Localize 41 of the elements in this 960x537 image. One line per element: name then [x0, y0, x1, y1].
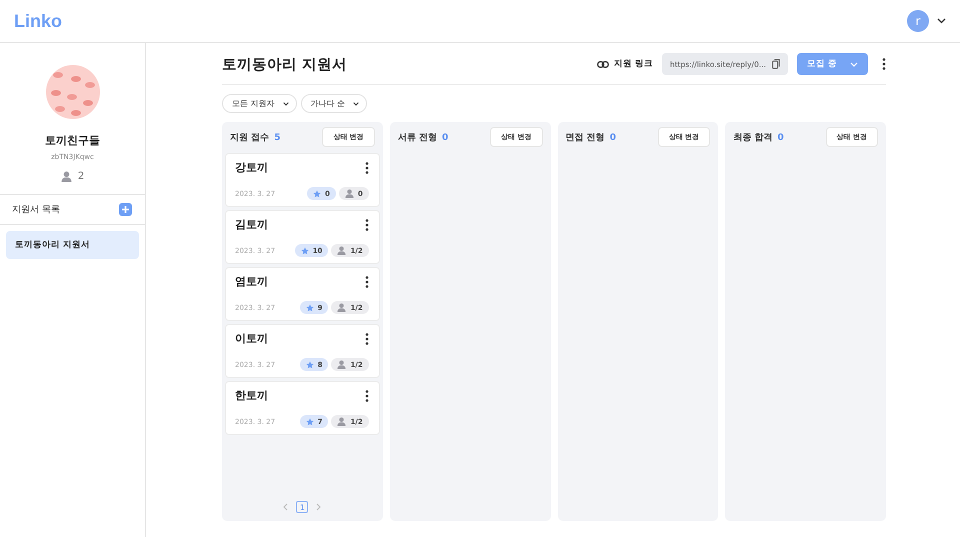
more-icon[interactable] [364, 276, 369, 288]
column-title: 서류 전형 0 [398, 132, 448, 144]
person-icon [60, 171, 72, 182]
column-title: 면접 전형 0 [566, 132, 616, 144]
applicant-name: 김토끼 [235, 217, 268, 232]
person-icon [337, 246, 346, 255]
column-title: 지원 접수 5 [230, 132, 281, 144]
copy-icon[interactable] [772, 59, 780, 69]
applicant-name: 이토끼 [235, 331, 268, 346]
column-title: 최종 합격 0 [733, 132, 784, 144]
applicant-name: 염토끼 [235, 274, 268, 289]
star-icon [300, 246, 309, 254]
applicant-name: 한토끼 [235, 388, 268, 403]
chevron-down-icon [353, 102, 360, 106]
more-icon[interactable] [364, 162, 369, 174]
form-item[interactable]: 토끼동아리 지원서 [6, 231, 139, 259]
link-icon [596, 60, 609, 68]
add-icon[interactable] [119, 203, 132, 216]
person-icon [337, 417, 346, 426]
person-icon [344, 189, 354, 198]
filter-dropdown[interactable]: 가나다 순 [300, 94, 368, 113]
page-title: 토끼동아리 지원서 [222, 56, 348, 74]
person-icon [337, 360, 346, 369]
person-icon [337, 303, 346, 312]
star-icon [306, 360, 314, 368]
list-title: 지원서 목록 [12, 204, 60, 216]
star-icon [306, 304, 314, 312]
chevron-down-icon[interactable] [937, 18, 946, 24]
applicant-name: 강토끼 [235, 160, 268, 175]
star-icon [306, 418, 314, 426]
link-label[interactable]: 지원 링크 [596, 58, 653, 70]
star-icon [313, 190, 321, 198]
chevron-down-icon [282, 102, 289, 106]
more-icon[interactable] [882, 58, 886, 70]
member-count: 2 [78, 171, 84, 182]
more-icon[interactable] [364, 390, 369, 402]
filter-dropdown[interactable]: 모든 지원자 [222, 94, 297, 113]
club-name: 토끼친구들 [45, 133, 100, 148]
chevron-down-icon [850, 62, 858, 66]
more-icon[interactable] [364, 218, 369, 230]
more-icon[interactable] [364, 332, 369, 344]
